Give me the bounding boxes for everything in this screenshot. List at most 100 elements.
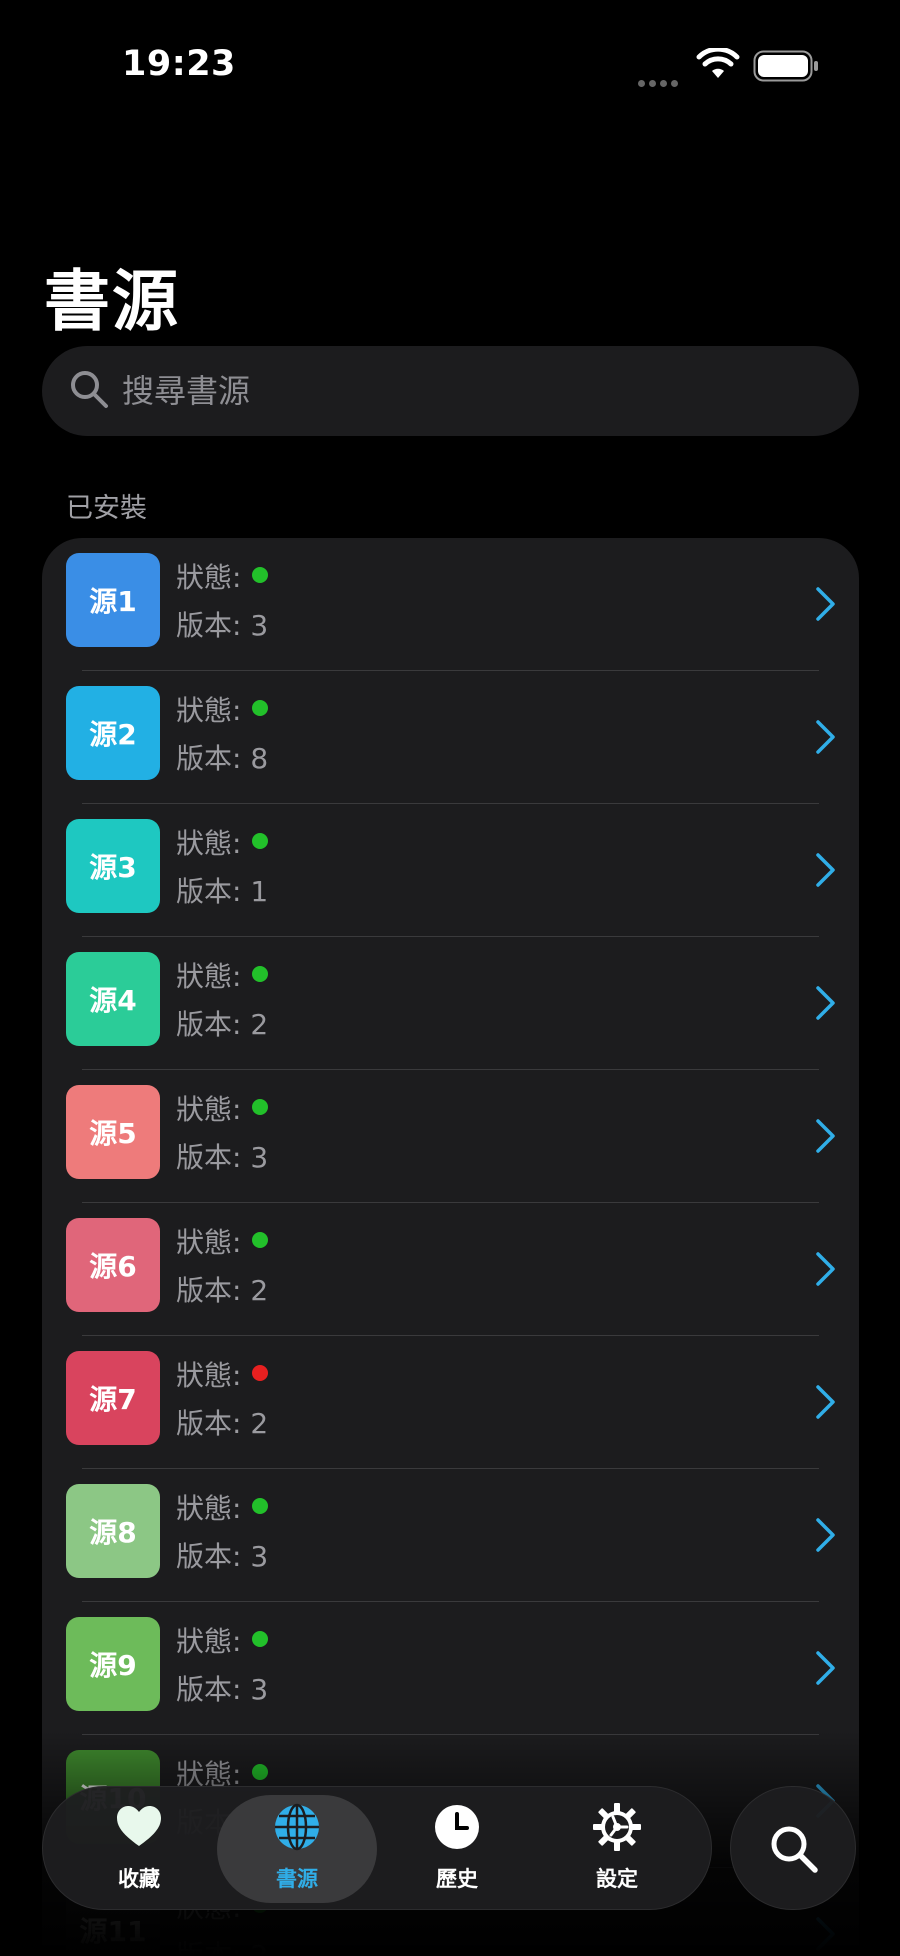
version-value: 8 bbox=[250, 742, 269, 775]
version-prefix: 版本: bbox=[176, 1407, 251, 1440]
status-indicator-dot bbox=[252, 833, 268, 849]
source-row[interactable]: 源9 狀態: 版本: 3 bbox=[42, 1602, 859, 1735]
search-icon bbox=[771, 1826, 818, 1873]
status-indicator-dot bbox=[252, 700, 268, 716]
version-value: 2 bbox=[250, 1939, 269, 1956]
chevron-right-icon bbox=[816, 986, 835, 1020]
version-value: 2 bbox=[250, 1008, 269, 1041]
version-prefix: 版本: bbox=[176, 742, 251, 775]
source-badge: 源6 bbox=[66, 1218, 160, 1312]
status-indicator-dot bbox=[252, 1764, 268, 1780]
source-badge: 源9 bbox=[66, 1617, 160, 1711]
version-label: 版本: 2 bbox=[176, 1934, 268, 1956]
version-value: 1 bbox=[250, 875, 269, 908]
version-prefix: 版本: bbox=[176, 1673, 251, 1706]
status-label: 狀態: bbox=[176, 960, 242, 993]
version-label: 版本: 3 bbox=[176, 1668, 268, 1708]
search-fab-button[interactable] bbox=[730, 1786, 856, 1910]
version-prefix: 版本: bbox=[176, 609, 251, 642]
chevron-right-icon bbox=[816, 587, 835, 621]
source-badge: 源3 bbox=[66, 819, 160, 913]
version-label: 版本: 1 bbox=[176, 870, 268, 910]
search-input[interactable] bbox=[122, 356, 822, 426]
version-prefix: 版本: bbox=[176, 1939, 251, 1956]
source-row[interactable]: 源7 狀態: 版本: 2 bbox=[42, 1336, 859, 1469]
search-bar[interactable] bbox=[42, 346, 859, 436]
source-row[interactable]: 源3 狀態: 版本: 1 bbox=[42, 804, 859, 937]
tab-history[interactable]: 歷史 bbox=[377, 1795, 537, 1903]
version-value: 2 bbox=[250, 1407, 269, 1440]
version-value: 3 bbox=[250, 1540, 269, 1573]
wifi-icon bbox=[696, 48, 740, 78]
status-indicator-dot bbox=[252, 966, 268, 982]
chevron-right-icon bbox=[816, 853, 835, 887]
tab-settings[interactable]: 設定 bbox=[537, 1795, 697, 1903]
version-value: 3 bbox=[250, 1673, 269, 1706]
version-label: 版本: 3 bbox=[176, 1535, 268, 1575]
status-time: 19:23 bbox=[122, 44, 236, 84]
tab-sources[interactable]: 書源 bbox=[217, 1795, 377, 1903]
version-value: 3 bbox=[250, 609, 269, 642]
status-label: 狀態: bbox=[176, 694, 242, 727]
tab-label: 設定 bbox=[596, 1867, 638, 1891]
chevron-right-icon bbox=[816, 1651, 835, 1685]
status-indicator-dot bbox=[252, 1365, 268, 1381]
version-prefix: 版本: bbox=[176, 1008, 251, 1041]
status-label: 狀態: bbox=[176, 1492, 242, 1525]
version-label: 版本: 2 bbox=[176, 1003, 268, 1043]
source-badge: 源2 bbox=[66, 686, 160, 780]
source-row[interactable]: 源2 狀態: 版本: 8 bbox=[42, 671, 859, 804]
chevron-right-icon bbox=[816, 1385, 835, 1419]
status-label: 狀態: bbox=[176, 1625, 242, 1658]
cellular-signal-icon bbox=[638, 72, 682, 91]
search-icon bbox=[71, 371, 108, 408]
version-label: 版本: 3 bbox=[176, 604, 268, 644]
source-badge: 源1 bbox=[66, 553, 160, 647]
chevron-right-icon bbox=[816, 1917, 835, 1951]
source-row[interactable]: 源4 狀態: 版本: 2 bbox=[42, 937, 859, 1070]
source-badge: 源7 bbox=[66, 1351, 160, 1445]
version-label: 版本: 3 bbox=[176, 1136, 268, 1176]
page-title: 書源 bbox=[44, 263, 180, 340]
version-label: 版本: 2 bbox=[176, 1402, 268, 1442]
battery-icon bbox=[753, 50, 818, 82]
gear-icon bbox=[593, 1803, 641, 1851]
status-bar: 19:23 bbox=[0, 0, 900, 130]
section-header-installed: 已安裝 bbox=[66, 493, 147, 524]
status-label: 狀態: bbox=[176, 561, 242, 594]
status-indicator-dot bbox=[252, 1099, 268, 1115]
tab-bar: 收藏 書源 歷史 設定 bbox=[42, 1786, 712, 1910]
screen: 19:23 書源 已安裝 源1 狀態: 版本: 3 源2 狀態: 版本: 8 源3 狀態: 版本… bbox=[0, 0, 900, 1956]
status-indicator-dot bbox=[252, 567, 268, 583]
chevron-right-icon bbox=[816, 720, 835, 754]
tab-favorites[interactable]: 收藏 bbox=[59, 1795, 219, 1903]
status-label: 狀態: bbox=[176, 827, 242, 860]
status-indicator-dot bbox=[252, 1631, 268, 1647]
version-label: 版本: 8 bbox=[176, 737, 268, 777]
clock-icon bbox=[435, 1805, 479, 1849]
version-prefix: 版本: bbox=[176, 1141, 251, 1174]
version-label: 版本: 2 bbox=[176, 1269, 268, 1309]
globe-icon bbox=[275, 1803, 319, 1851]
version-prefix: 版本: bbox=[176, 1274, 251, 1307]
chevron-right-icon bbox=[816, 1119, 835, 1153]
status-label: 狀態: bbox=[176, 1226, 242, 1259]
source-badge: 源4 bbox=[66, 952, 160, 1046]
tab-label: 書源 bbox=[276, 1867, 318, 1891]
source-row[interactable]: 源5 狀態: 版本: 3 bbox=[42, 1070, 859, 1203]
version-prefix: 版本: bbox=[176, 1540, 251, 1573]
status-indicator-dot bbox=[252, 1232, 268, 1248]
source-badge: 源5 bbox=[66, 1085, 160, 1179]
status-label: 狀態: bbox=[176, 1093, 242, 1126]
status-indicator-dot bbox=[252, 1498, 268, 1514]
chevron-right-icon bbox=[816, 1518, 835, 1552]
version-prefix: 版本: bbox=[176, 875, 251, 908]
tab-label: 收藏 bbox=[118, 1867, 160, 1891]
status-label: 狀態: bbox=[176, 1359, 242, 1392]
source-row[interactable]: 源8 狀態: 版本: 3 bbox=[42, 1469, 859, 1602]
source-list: 源1 狀態: 版本: 3 源2 狀態: 版本: 8 源3 狀態: 版本: 1 源4 狀態: 版本: 2… bbox=[42, 538, 859, 1956]
source-row[interactable]: 源6 狀態: 版本: 2 bbox=[42, 1203, 859, 1336]
version-value: 2 bbox=[250, 1274, 269, 1307]
heart-icon bbox=[117, 1806, 161, 1846]
source-row[interactable]: 源1 狀態: 版本: 3 bbox=[42, 538, 859, 671]
